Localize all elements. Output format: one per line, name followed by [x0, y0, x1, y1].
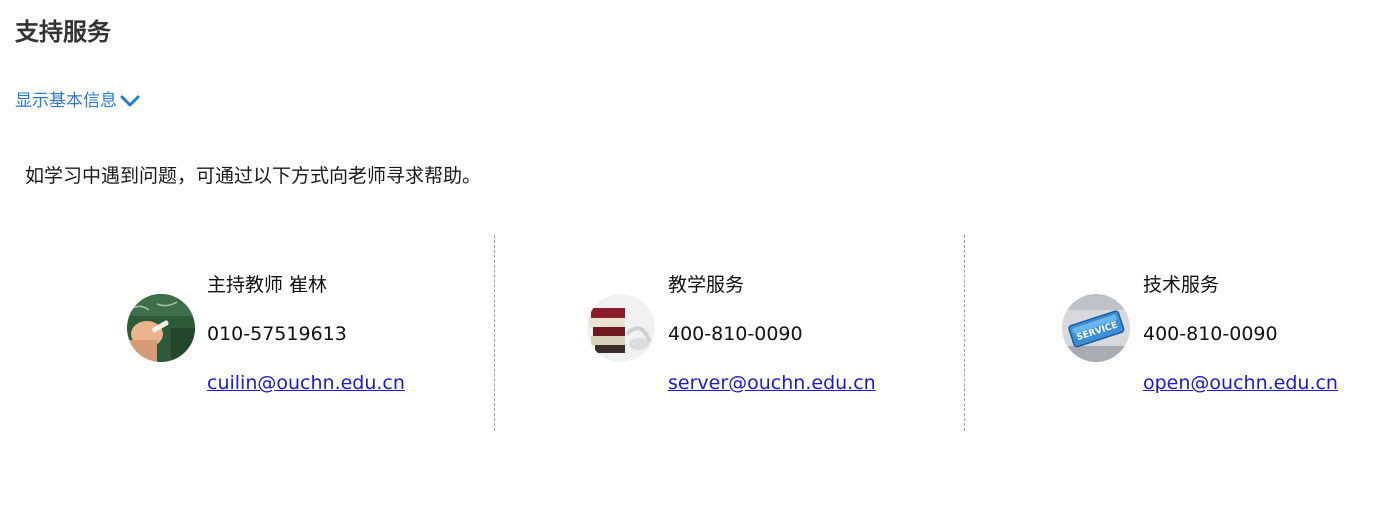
contact-email: open@ouchn.edu.cn — [1143, 369, 1338, 397]
contact-email-link[interactable]: server@ouchn.edu.cn — [668, 372, 876, 394]
help-intro-text: 如学习中遇到问题，可通过以下方式向老师寻求帮助。 — [25, 165, 482, 187]
service-key-icon: SERVICE — [1062, 294, 1130, 362]
contact-role: 教学服务 — [668, 274, 745, 296]
contact-phone: 400-810-0090 — [1143, 323, 1278, 345]
show-basic-info-label: 显示基本信息 — [15, 91, 117, 111]
contact-email: cuilin@ouchn.edu.cn — [207, 369, 405, 397]
contact-email-link[interactable]: cuilin@ouchn.edu.cn — [207, 372, 405, 394]
support-services-page: 支持服务 显示基本信息 如学习中遇到问题，可通过以下方式向老师寻求帮助。 主持教… — [0, 0, 1395, 524]
teacher-avatar-icon — [127, 294, 195, 362]
page-title: 支持服务 — [15, 18, 111, 46]
contact-cards: 主持教师 崔林 010-57519613 cuilin@ouchn.edu.cn — [25, 235, 1395, 431]
contact-phone: 010-57519613 — [207, 323, 347, 345]
chevron-down-icon — [120, 94, 140, 108]
books-headphones-icon — [587, 294, 655, 362]
contact-email: server@ouchn.edu.cn — [668, 369, 876, 397]
contact-card-technical-service: SERVICE 技术服务 400-810-0090 open@ouchn.edu… — [965, 235, 1395, 431]
contact-phone: 400-810-0090 — [668, 323, 803, 345]
show-basic-info-toggle[interactable]: 显示基本信息 — [15, 88, 140, 114]
contact-email-link[interactable]: open@ouchn.edu.cn — [1143, 372, 1338, 394]
contact-card-teaching-service: 教学服务 400-810-0090 server@ouchn.edu.cn — [495, 235, 964, 431]
contact-card-host-teacher: 主持教师 崔林 010-57519613 cuilin@ouchn.edu.cn — [25, 235, 494, 431]
contact-role: 技术服务 — [1143, 274, 1220, 296]
contact-role: 主持教师 崔林 — [207, 274, 328, 296]
